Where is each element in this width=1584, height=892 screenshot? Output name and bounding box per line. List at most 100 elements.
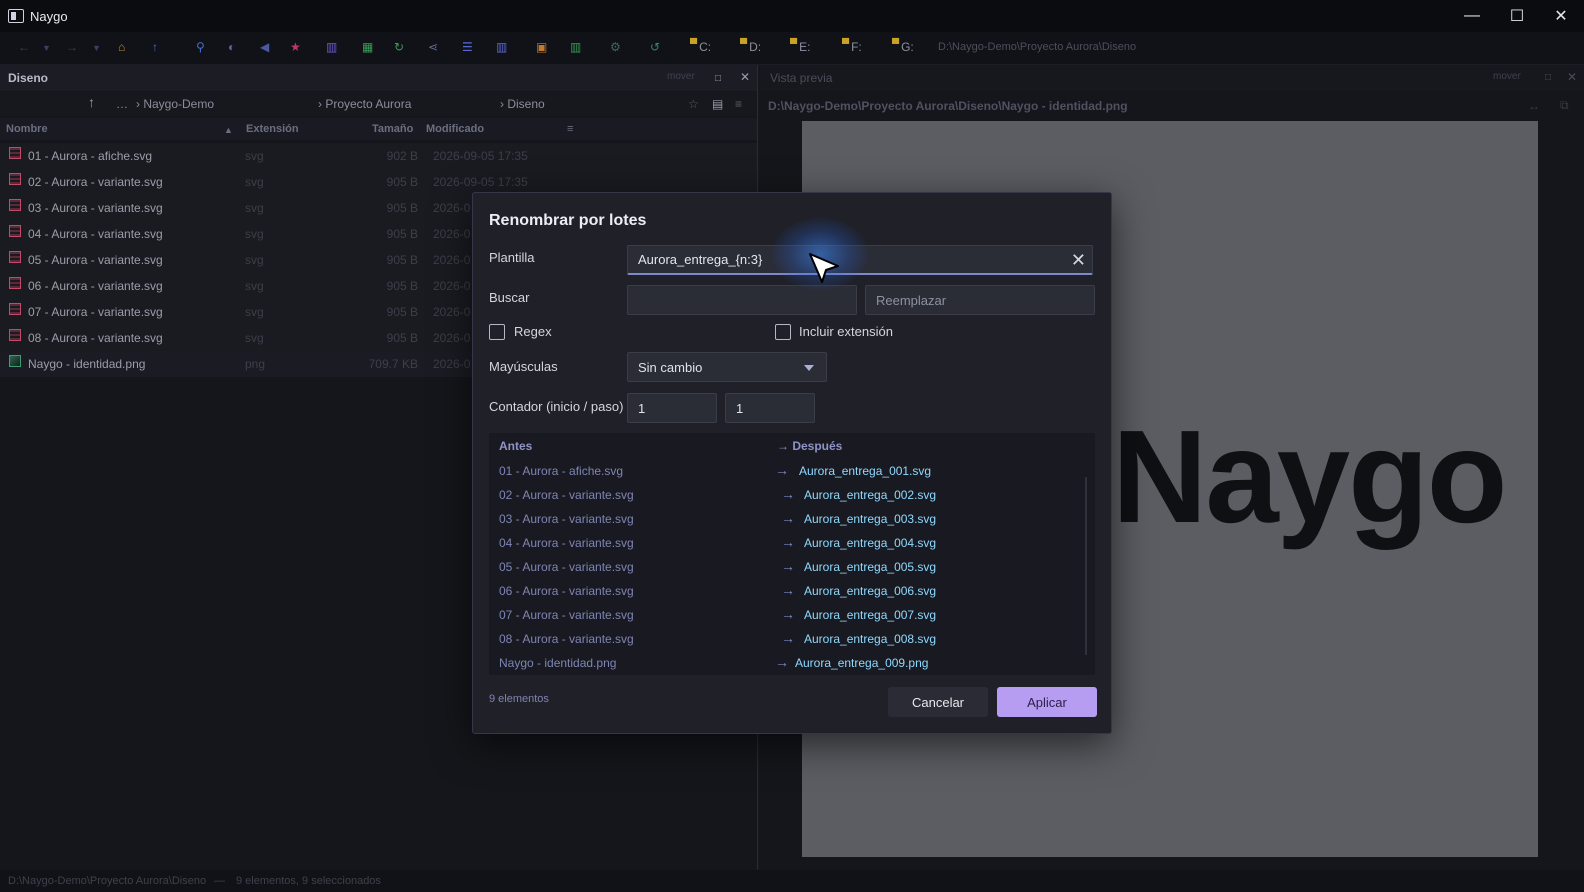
file-modified: 2026-0 [433,357,471,371]
sync-icon[interactable]: ↺ [650,40,660,54]
file-extension: svg [245,201,264,215]
after-name: Aurora_entrega_008.svg [804,632,937,646]
file-name: 04 - Aurora - variante.svg [28,227,163,241]
after-name: Aurora_entrega_004.svg [804,536,937,550]
contrast-icon[interactable]: ◐ [228,40,235,54]
clear-icon[interactable]: ✕ [1071,250,1086,271]
restore-icon[interactable]: □ [715,73,721,84]
column-name[interactable]: Nombre [6,123,48,135]
preview-row: 08 - Aurora - variante.svg → Aurora_entreg… [489,627,1079,651]
regex-label: Regex [514,324,552,339]
template-input[interactable] [628,246,1092,273]
chevron-down-icon[interactable]: ▼ [92,43,101,53]
up-icon[interactable]: ↑ [152,40,158,54]
drive-c-button[interactable]: ▀ C: [690,39,711,54]
replace-field[interactable] [865,285,1095,315]
bookmark-icon[interactable]: ◀ [260,40,269,54]
rename-preview-list: Antes → Después 01 - Aurora - afiche.svg… [489,433,1095,675]
before-name: 08 - Aurora - variante.svg [499,632,634,646]
panels-icon[interactable]: ▥ [570,40,581,54]
file-extension: svg [245,331,264,345]
before-name: 05 - Aurora - variante.svg [499,560,634,574]
after-name: Aurora_entrega_002.svg [804,488,937,502]
clipboard-icon[interactable]: ▤ [712,97,723,111]
breadcrumb-item[interactable]: › Diseno [500,97,545,111]
svg-file-icon [9,225,21,237]
drive-g-button[interactable]: ▀ G: [892,39,914,54]
breadcrumb-item[interactable]: › Naygo-Demo [136,97,214,111]
include-extension-checkbox[interactable] [775,324,791,340]
case-select-value: Sin cambio [638,360,703,375]
arrow-icon: → [781,606,795,622]
minimize-button[interactable]: — [1449,0,1495,32]
drive-d-button[interactable]: ▀ D: [740,39,761,54]
counter-step-field[interactable] [725,393,815,423]
before-name: 04 - Aurora - variante.svg [499,536,634,550]
list-icon[interactable]: ☰ [462,40,473,54]
file-size: 905 B [386,279,418,293]
move-handle[interactable]: mover [1493,71,1521,82]
after-name: Aurora_entrega_005.svg [804,560,937,574]
close-window-button[interactable]: ✕ [1538,0,1584,32]
search-input[interactable] [628,286,856,314]
counter-step-input[interactable] [726,394,814,422]
close-icon[interactable]: ✕ [740,70,750,84]
replace-input[interactable] [866,286,1094,314]
preview-path: D:\Naygo-Demo\Proyecto Aurora\Diseno\Nay… [768,99,1128,113]
restore-icon[interactable]: □ [1545,72,1551,83]
status-bar: D:\Naygo-Demo\Proyecto Aurora\Diseno — 9… [0,870,1584,892]
home-icon[interactable]: ⌂ [118,40,125,54]
share-icon[interactable]: ⋖ [428,40,438,54]
regex-checkbox[interactable] [489,324,505,340]
preview-row: 02 - Aurora - variante.svg → Aurora_entreg… [489,483,1079,507]
forward-icon[interactable]: → [66,40,78,54]
grid-icon[interactable]: ▦ [362,40,373,54]
status-separator: — [214,875,225,887]
apply-button[interactable]: Aplicar [997,687,1097,717]
file-row[interactable]: 01 - Aurora - afiche.svg svg 902 B 2026-09-… [0,143,757,169]
include-extension-label: Incluir extensión [799,324,893,339]
column-size[interactable]: Tamaño [372,123,413,135]
template-field[interactable]: ✕ [627,245,1093,275]
filter-icon[interactable]: ≡ [735,97,742,111]
case-select[interactable]: Sin cambio [627,352,827,382]
cancel-button[interactable]: Cancelar [888,687,988,717]
search-field[interactable] [627,285,857,315]
counter-start-field[interactable] [627,393,717,423]
star-icon[interactable]: ★ [290,40,301,54]
after-name: Aurora_entrega_007.svg [804,608,937,622]
up-arrow-icon[interactable]: ↑ [88,94,95,110]
back-icon[interactable]: ← [18,40,30,54]
flag-icon: ▀ [690,39,698,50]
close-icon[interactable]: ✕ [1567,70,1577,84]
template-label: Plantilla [489,250,535,265]
move-handle[interactable]: mover [667,71,695,82]
column-modified[interactable]: Modificado [426,123,484,135]
counter-start-input[interactable] [628,394,716,422]
fit-icon[interactable]: ↔ [1528,99,1540,113]
maximize-button[interactable]: ☐ [1494,0,1540,32]
item-count: 9 elementos [489,693,549,705]
search-icon[interactable]: ⚲ [196,40,205,54]
lock-icon[interactable]: ▣ [536,40,547,54]
file-name: 07 - Aurora - variante.svg [28,305,163,319]
breadcrumb-item[interactable]: › Proyecto Aurora [318,97,411,111]
address-path[interactable]: D:\Naygo-Demo\Proyecto Aurora\Diseno [938,41,1136,53]
split-icon[interactable]: ▥ [496,40,507,54]
arrow-icon: → [781,558,795,574]
breadcrumb-ellipsis[interactable]: … [116,97,128,111]
file-name: 05 - Aurora - variante.svg [28,253,163,267]
drive-e-button[interactable]: ▀ E: [790,39,810,54]
chevron-down-icon[interactable]: ▼ [42,43,51,53]
drive-f-button[interactable]: ▀ F: [842,39,862,54]
column-menu-icon[interactable]: ≡ [567,123,573,135]
settings-icon[interactable]: ⚙ [610,40,621,54]
open-external-icon[interactable]: ⧉ [1560,98,1569,113]
star-icon[interactable]: ☆ [688,97,699,111]
columns-icon[interactable]: ▥ [326,40,337,54]
chevron-down-icon [804,365,814,371]
scrollbar[interactable] [1085,477,1087,655]
after-name: Aurora_entrega_009.png [795,656,929,670]
refresh-icon[interactable]: ↻ [394,40,404,54]
column-extension[interactable]: Extensión [246,123,299,135]
